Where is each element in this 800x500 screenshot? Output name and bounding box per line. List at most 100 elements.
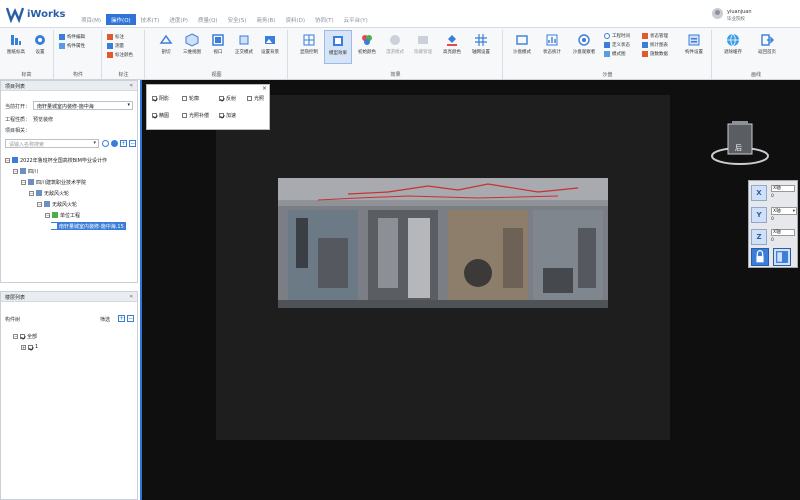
checkbox[interactable] xyxy=(152,113,157,118)
tree-toggle-icon[interactable]: − xyxy=(13,333,18,339)
close-icon[interactable]: × xyxy=(262,85,267,92)
section-button[interactable]: 剖切 xyxy=(152,30,180,64)
option-lighting[interactable]: 光照 xyxy=(247,95,264,102)
define-status-button[interactable]: 定义状态 xyxy=(604,41,630,49)
y-axis-select[interactable]: X轴 ▾ xyxy=(771,207,797,215)
checkbox[interactable] xyxy=(182,113,187,118)
component-edit-button[interactable]: 构件编辑 xyxy=(59,33,85,41)
tree-toggle-icon[interactable]: − xyxy=(29,190,34,196)
tree-toggle-icon[interactable]: + xyxy=(21,344,26,350)
view-toggle-button[interactable] xyxy=(773,248,791,266)
x-axis-field[interactable]: X轴 xyxy=(771,185,795,192)
collapse-all-icon[interactable]: − xyxy=(127,315,134,322)
lock-button[interactable] xyxy=(751,248,769,266)
collapse-icon[interactable]: « xyxy=(129,293,133,300)
checkbox[interactable] xyxy=(152,96,157,101)
checkbox[interactable] xyxy=(182,96,187,101)
elevation-icon xyxy=(11,35,21,45)
tree-toggle-icon[interactable]: − xyxy=(37,201,42,207)
highlight-color-button[interactable]: 高亮颜色 xyxy=(438,30,466,64)
clear-cache-button[interactable]: 退除缓存 xyxy=(719,30,747,64)
z-axis-field[interactable]: X轴 xyxy=(771,229,795,236)
cube-icon xyxy=(185,33,199,47)
tree-toggle-icon[interactable]: − xyxy=(13,168,18,174)
grid-settings-button[interactable]: 轴网设置 xyxy=(467,30,495,64)
menu-item-quality[interactable]: 质量(Q) xyxy=(193,14,223,25)
orthographic-button[interactable]: 正交模式 xyxy=(230,30,258,64)
annotation-color-button[interactable]: 标注颜色 xyxy=(107,51,133,59)
option-outline[interactable]: 轮廓 xyxy=(182,95,199,102)
option-accelerate[interactable]: 加速 xyxy=(219,112,236,119)
viewport-button[interactable]: 视口 xyxy=(204,30,232,64)
option-light-compensation[interactable]: 光照补偿 xyxy=(182,112,209,119)
data-button[interactable]: 施数数据 xyxy=(642,50,668,58)
background-button[interactable]: 设置背景 xyxy=(256,30,284,64)
z-axis-button[interactable]: Z xyxy=(751,229,767,245)
stats-chart-button[interactable]: 统计图表 xyxy=(642,41,668,49)
measure-button[interactable]: 测量 xyxy=(107,42,124,50)
tree-toggle-icon[interactable]: − xyxy=(45,212,50,218)
hide-management-button[interactable]: 隐藏管理 xyxy=(409,30,437,64)
settings-icon[interactable] xyxy=(111,140,118,147)
checkbox[interactable] xyxy=(20,333,25,339)
project-search-input[interactable]: 请输入名称搜索 ▾ xyxy=(5,139,99,148)
sandbox-observer-button[interactable]: 沙盘观察者 xyxy=(570,30,598,64)
folder-icon xyxy=(28,179,34,185)
component-settings-button[interactable]: 构件设置 xyxy=(680,30,708,64)
tree-toggle-icon[interactable]: − xyxy=(5,157,10,163)
menu-item-project[interactable]: 项目(M) xyxy=(76,14,106,25)
menu-item-collab[interactable]: 协同(T) xyxy=(310,14,339,25)
component-props-button[interactable]: 构件属性 xyxy=(59,42,85,50)
status-stats-button[interactable]: 状态统计 xyxy=(538,30,566,64)
roam-mode-button[interactable]: 漫游模式 xyxy=(381,30,409,64)
option-shadow[interactable]: 阴影 xyxy=(152,95,169,102)
elevation-settings-button[interactable]: 设置 xyxy=(26,30,54,64)
checkbox[interactable] xyxy=(247,96,252,101)
tree-item-selected-project[interactable]: 南轩量城室内装修-施中海.15 xyxy=(51,222,126,230)
model-effect-button[interactable]: 模型效果 xyxy=(324,30,352,64)
menu-item-operate[interactable]: 操作(O) xyxy=(106,14,136,25)
checkbox[interactable] xyxy=(219,113,224,118)
folder-icon xyxy=(36,190,42,196)
current-project-select[interactable]: 南轩量城室内装修-施中海 ▾ xyxy=(33,101,133,110)
checkbox[interactable] xyxy=(219,96,224,101)
collapse-icon[interactable]: « xyxy=(129,82,133,89)
menu-item-business[interactable]: 商务(B) xyxy=(251,14,280,25)
status-manage-button[interactable]: 状态管理 xyxy=(642,32,668,40)
tree-item-unit[interactable]: − 单位工程 xyxy=(45,211,80,219)
tree-item-competition[interactable]: −2022年鲁班杯全国高校BIM毕业设计作 xyxy=(5,156,107,164)
collapse-all-icon[interactable]: − xyxy=(129,140,136,147)
menu-item-data[interactable]: 资料(D) xyxy=(280,14,310,25)
option-fine[interactable]: 精图 xyxy=(152,112,169,119)
expand-all-icon[interactable]: + xyxy=(118,315,125,322)
initial-color-button[interactable]: 初始颜色 xyxy=(353,30,381,64)
mode-chart-button[interactable]: 模式图 xyxy=(604,50,626,58)
refresh-icon[interactable] xyxy=(102,140,109,147)
tree-item-all[interactable]: − 全部 xyxy=(13,332,37,340)
interior-model-render xyxy=(278,178,608,308)
visibility-control-button[interactable]: 显隐控制 xyxy=(295,30,323,64)
menu-item-progress[interactable]: 进度(P) xyxy=(164,14,193,25)
tree-item-college[interactable]: − 四川建筑职业技术学院 xyxy=(21,178,86,186)
tree-toggle-icon[interactable]: − xyxy=(21,179,26,185)
user-avatar[interactable] xyxy=(712,8,723,19)
tree-item-team-sub[interactable]: − 无敌风火轮 xyxy=(37,200,77,208)
project-time-button[interactable]: 工程时间 xyxy=(604,32,630,40)
tree-item-province[interactable]: − 四川 xyxy=(13,167,38,175)
x-axis-button[interactable]: X xyxy=(751,185,767,201)
checkbox[interactable] xyxy=(28,344,33,350)
3d-viewport[interactable]: × 阴影 轮廓 反射 光照 精图 光照补偿 加速 后 X X轴 0 Y X轴 ▾ … xyxy=(140,80,800,500)
sandbox-mode-button[interactable]: 沙盘模式 xyxy=(508,30,536,64)
y-axis-button[interactable]: Y xyxy=(751,207,767,223)
expand-all-icon[interactable]: + xyxy=(120,140,127,147)
tree-item-team[interactable]: − 无敌风火轮 xyxy=(29,189,69,197)
menu-item-safety[interactable]: 安全(S) xyxy=(223,14,252,25)
clock-icon xyxy=(604,33,610,39)
annotate-button[interactable]: 标注 xyxy=(107,33,124,41)
menu-item-cloud[interactable]: 云平台(Y) xyxy=(339,14,373,25)
option-reflection[interactable]: 反射 xyxy=(219,95,236,102)
return-home-button[interactable]: 返回首页 xyxy=(753,30,781,64)
tree-item-floor-1[interactable]: +1 xyxy=(21,343,38,351)
3d-view-button[interactable]: 三维视图 xyxy=(178,30,206,64)
menu-item-tech[interactable]: 技术(T) xyxy=(136,14,165,25)
